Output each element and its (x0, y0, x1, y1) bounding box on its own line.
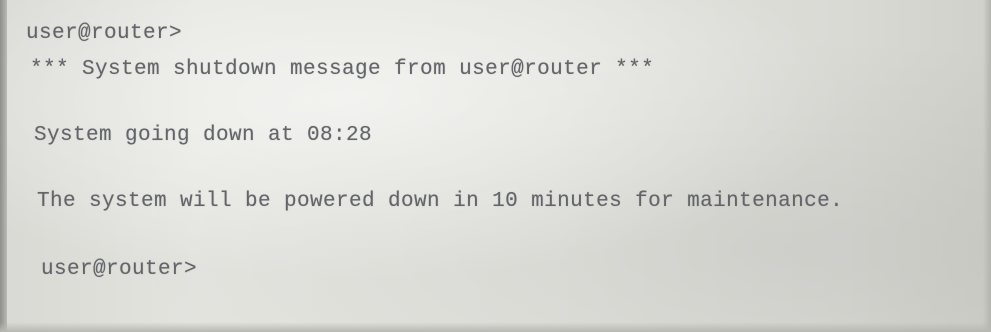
monitor-bezel-left (0, 0, 7, 332)
terminal-prompt: user@router> (26, 22, 183, 45)
maintenance-message: The system will be powered down in 10 mi… (37, 190, 844, 213)
monitor-bezel-right (983, 0, 991, 332)
shutdown-message-header: *** System shutdown message from user@ro… (30, 58, 655, 81)
shutdown-time-message: System going down at 08:28 (34, 124, 373, 147)
terminal-prompt-current[interactable]: user@router> (41, 258, 197, 281)
monitor-bezel-bottom (0, 322, 991, 332)
terminal-screen[interactable]: user@router> *** System shutdown message… (0, 0, 991, 332)
